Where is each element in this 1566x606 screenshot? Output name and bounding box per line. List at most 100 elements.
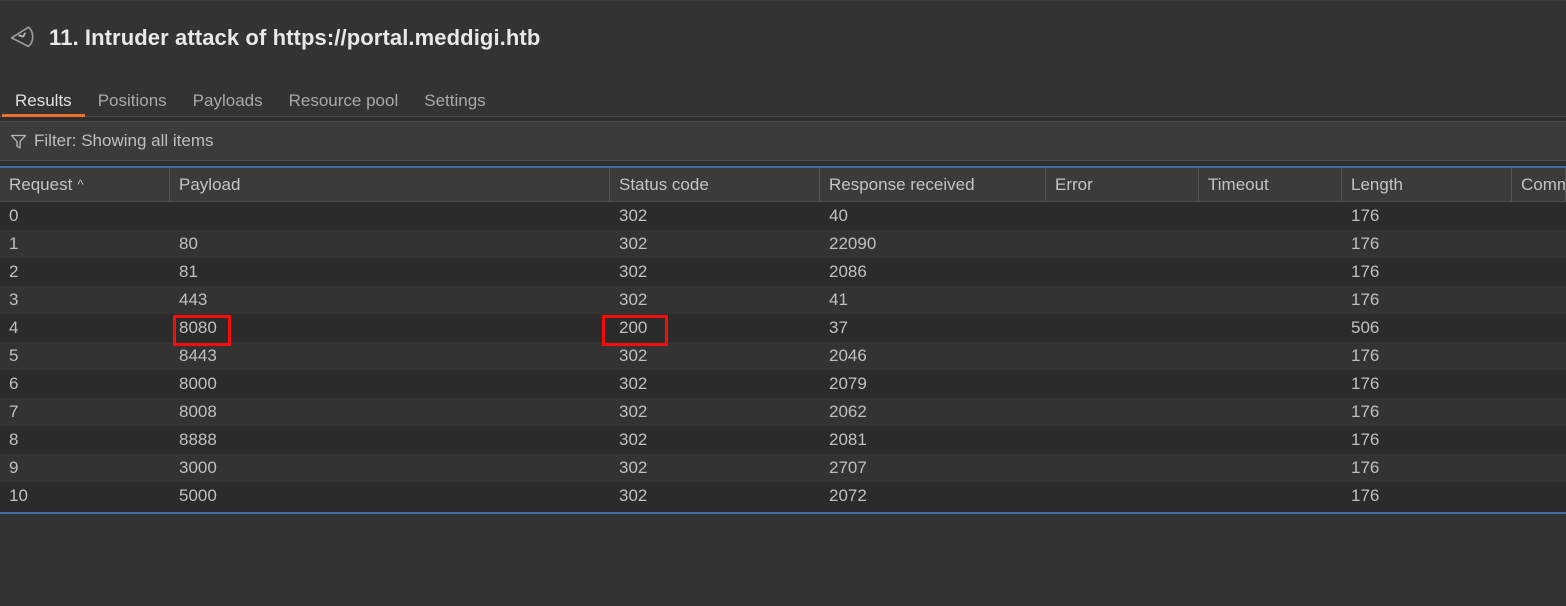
cell-error [1046, 286, 1199, 314]
column-header-status-code[interactable]: Status code [610, 168, 820, 201]
results-grid: Request ^ Payload Status code Response re… [0, 168, 1566, 510]
cell-error [1046, 202, 1199, 230]
cell-error [1046, 258, 1199, 286]
cell-request: 10 [9, 486, 28, 505]
cell-length: 506 [1351, 318, 1380, 337]
table-row[interactable]: 10 5000 302 2072 176 [0, 482, 1566, 510]
cell-comment [1512, 230, 1566, 258]
cell-comment [1512, 258, 1566, 286]
cell-request: 9 [9, 458, 19, 477]
filter-bar[interactable]: Filter: Showing all items [0, 121, 1566, 161]
cell-length: 176 [1351, 402, 1380, 421]
cell-request: 8 [9, 430, 19, 449]
cell-length: 176 [1351, 458, 1380, 477]
cell-comment [1512, 426, 1566, 454]
column-header-timeout[interactable]: Timeout [1199, 168, 1342, 201]
page-title: 11. Intruder attack of https://portal.me… [49, 24, 541, 50]
cell-request: 4 [9, 318, 19, 337]
column-header-response-received[interactable]: Response received [820, 168, 1046, 201]
results-table[interactable]: Request ^ Payload Status code Response re… [0, 166, 1566, 514]
cell-response: 2086 [829, 262, 867, 281]
table-row[interactable]: 6 8000 302 2079 176 [0, 370, 1566, 398]
cell-status: 302 [619, 486, 648, 505]
cell-payload: 3000 [179, 458, 217, 477]
burp-intruder-attack-window: 11. Intruder attack of https://portal.me… [0, 0, 1566, 606]
cell-response: 40 [829, 206, 848, 225]
table-row[interactable]: 9 3000 302 2707 176 [0, 454, 1566, 482]
cell-response: 41 [829, 290, 848, 309]
cell-timeout [1199, 426, 1342, 454]
cell-length: 176 [1351, 430, 1380, 449]
cell-status: 302 [619, 206, 648, 225]
cell-comment [1512, 398, 1566, 426]
cell-request: 2 [9, 262, 19, 281]
cell-response: 2079 [829, 374, 867, 393]
table-row[interactable]: 7 8008 302 2062 176 [0, 398, 1566, 426]
filter-label: Filter: Showing all items [34, 131, 214, 150]
table-row[interactable]: 0 302 40 176 [0, 202, 1566, 230]
column-header-comment[interactable]: Comm [1512, 168, 1566, 201]
tab-results[interactable]: Results [2, 92, 85, 117]
tab-settings[interactable]: Settings [411, 92, 498, 117]
column-header-error[interactable]: Error [1046, 168, 1199, 201]
tab-resource-pool[interactable]: Resource pool [276, 92, 412, 117]
cell-comment [1512, 286, 1566, 314]
cell-comment [1512, 454, 1566, 482]
cell-payload [170, 202, 610, 230]
cell-timeout [1199, 454, 1342, 482]
column-header-length[interactable]: Length [1342, 168, 1512, 201]
cell-status: 302 [619, 430, 648, 449]
cell-length: 176 [1351, 290, 1380, 309]
cell-response: 2072 [829, 486, 867, 505]
table-header-row: Request ^ Payload Status code Response re… [0, 168, 1566, 202]
cell-response: 2081 [829, 430, 867, 449]
cell-payload: 5000 [179, 486, 217, 505]
table-row[interactable]: 1 80 302 22090 176 [0, 230, 1566, 258]
table-row[interactable]: 3 443 302 41 176 [0, 286, 1566, 314]
cell-payload: 8080 [179, 318, 217, 337]
cell-payload: 8443 [179, 346, 217, 365]
cell-payload: 80 [179, 234, 198, 253]
column-header-payload[interactable]: Payload [170, 168, 610, 201]
cell-comment [1512, 314, 1566, 342]
cell-payload: 8000 [179, 374, 217, 393]
cell-request: 6 [9, 374, 19, 393]
table-row[interactable]: 2 81 302 2086 176 [0, 258, 1566, 286]
cell-request: 0 [9, 206, 19, 225]
tab-positions[interactable]: Positions [85, 92, 180, 117]
cell-error [1046, 454, 1199, 482]
cell-error [1046, 342, 1199, 370]
cell-response: 22090 [829, 234, 877, 253]
cell-payload: 8008 [179, 402, 217, 421]
cell-timeout [1199, 342, 1342, 370]
cell-status: 302 [619, 402, 648, 421]
cell-status: 302 [619, 374, 648, 393]
cell-timeout [1199, 314, 1342, 342]
tab-payloads[interactable]: Payloads [180, 92, 276, 117]
filter-funnel-icon [10, 133, 27, 150]
cell-length: 176 [1351, 486, 1380, 505]
cell-error [1046, 398, 1199, 426]
cell-comment [1512, 370, 1566, 398]
cell-status: 302 [619, 262, 648, 281]
cell-length: 176 [1351, 374, 1380, 393]
cell-length: 176 [1351, 206, 1380, 225]
cell-status: 302 [619, 458, 648, 477]
table-row[interactable]: 8 8888 302 2081 176 [0, 426, 1566, 454]
cell-payload: 443 [179, 290, 208, 309]
tab-bar: Results Positions Payloads Resource pool… [0, 74, 1566, 117]
column-header-request[interactable]: Request ^ [0, 168, 170, 201]
cell-status: 302 [619, 234, 648, 253]
cell-comment [1512, 482, 1566, 510]
cell-status: 302 [619, 346, 648, 365]
window-titlebar: 11. Intruder attack of https://portal.me… [0, 0, 1566, 74]
cell-response: 37 [829, 318, 848, 337]
cell-timeout [1199, 370, 1342, 398]
table-row[interactable]: 4 8080 200 37 506 [0, 314, 1566, 342]
cell-request: 1 [9, 234, 19, 253]
cell-length: 176 [1351, 262, 1380, 281]
sort-ascending-icon: ^ [77, 177, 84, 192]
cell-error [1046, 230, 1199, 258]
cell-timeout [1199, 482, 1342, 510]
table-row[interactable]: 5 8443 302 2046 176 [0, 342, 1566, 370]
